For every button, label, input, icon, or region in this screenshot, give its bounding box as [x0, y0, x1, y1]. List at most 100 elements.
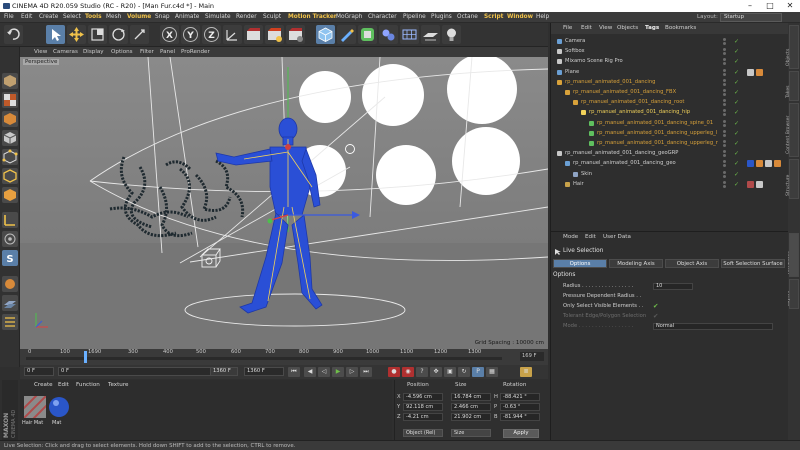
- object-row[interactable]: rp_manuel_animated_001_dancing_hip ✓: [551, 108, 789, 117]
- deformer-icon[interactable]: [400, 25, 419, 44]
- model-mode-icon[interactable]: [2, 111, 18, 127]
- floor-icon[interactable]: [421, 25, 440, 44]
- rotate-icon[interactable]: [109, 25, 128, 44]
- tab-attributes[interactable]: Attributes: [786, 233, 799, 277]
- timeline-ruler[interactable]: 0 100 1690 300 400 500 600 700 800 900 1…: [20, 349, 548, 365]
- visibility-dots-icon[interactable]: [723, 99, 733, 107]
- viewport-menu-cameras[interactable]: Cameras: [53, 47, 78, 57]
- tab-options[interactable]: Options: [553, 259, 607, 268]
- tab-takes[interactable]: Takes: [786, 71, 799, 101]
- previous-key-icon[interactable]: ◀: [304, 367, 316, 377]
- texture-mode-icon[interactable]: [2, 130, 18, 146]
- points-mode-icon[interactable]: [2, 149, 18, 165]
- hair-material-swatch[interactable]: [18, 390, 52, 424]
- visibility-dots-icon[interactable]: [723, 160, 733, 168]
- polygons-mode-icon[interactable]: [2, 187, 18, 203]
- scale-key-icon[interactable]: ▣: [444, 367, 456, 377]
- object-tag-icon[interactable]: [774, 160, 781, 168]
- maximize-icon[interactable]: □: [760, 0, 780, 12]
- menu-snap[interactable]: Snap: [155, 12, 170, 23]
- go-to-start-icon[interactable]: ⏮: [288, 367, 300, 377]
- object-row[interactable]: Hair ✓: [551, 180, 789, 189]
- checkerboard-icon[interactable]: [2, 92, 18, 108]
- position-x-field[interactable]: -4.596 cm: [403, 393, 443, 401]
- viewport-menu-panel[interactable]: Panel: [160, 47, 175, 57]
- tab-layers[interactable]: Layers: [786, 279, 799, 309]
- tab-objects[interactable]: Objects: [786, 25, 799, 69]
- timeline-end-frame[interactable]: 169 F: [520, 352, 544, 361]
- visibility-dots-icon[interactable]: [723, 170, 733, 178]
- enabled-check-icon[interactable]: ✓: [734, 171, 739, 178]
- make-editable-icon[interactable]: [2, 73, 18, 89]
- enabled-check-icon[interactable]: ✓: [734, 79, 739, 86]
- enabled-check-icon[interactable]: ✓: [734, 89, 739, 96]
- record-icon[interactable]: ●: [388, 367, 400, 377]
- menu-create[interactable]: Create: [39, 12, 58, 23]
- menu-select[interactable]: Select: [63, 12, 81, 23]
- move-icon[interactable]: [67, 25, 86, 44]
- viewport-perspective[interactable]: Perspective Grid Spacing : 10000 cm: [20, 57, 548, 349]
- object-menu-file[interactable]: File: [563, 23, 572, 34]
- visibility-dots-icon[interactable]: [723, 38, 733, 45]
- minimize-icon[interactable]: –: [740, 0, 760, 12]
- object-row[interactable]: rp_manuel_animated_001_dancing_geoGRP ✓: [551, 149, 789, 158]
- enabled-check-icon[interactable]: ✓: [734, 181, 739, 188]
- visibility-dots-icon[interactable]: [723, 89, 733, 96]
- autokey-icon[interactable]: ◉: [402, 367, 414, 377]
- render-view-icon[interactable]: [244, 25, 263, 44]
- play-backwards-icon[interactable]: ◁: [318, 367, 330, 377]
- visibility-dots-icon[interactable]: [723, 180, 733, 188]
- recent-tools-icon[interactable]: [130, 25, 149, 44]
- attributes-menu-mode[interactable]: Mode: [563, 234, 578, 240]
- object-menu-view[interactable]: View: [599, 23, 612, 34]
- axis-mode-icon[interactable]: [2, 212, 18, 228]
- grid-icon[interactable]: [2, 314, 18, 330]
- size-mode-select[interactable]: Size: [451, 429, 491, 437]
- y-axis-icon[interactable]: Y: [181, 25, 200, 44]
- go-to-end-icon[interactable]: ⏭: [360, 367, 372, 377]
- edges-mode-icon[interactable]: [2, 168, 18, 184]
- play-forwards-icon[interactable]: ▶: [332, 367, 344, 377]
- menu-character[interactable]: Character: [368, 12, 397, 23]
- menu-script[interactable]: Script: [484, 12, 503, 23]
- material-menu-texture[interactable]: Texture: [108, 382, 128, 388]
- tab-soft-selection[interactable]: Soft Selection Surface: [721, 259, 785, 268]
- object-tag-icon[interactable]: [747, 160, 754, 168]
- visibility-dots-icon[interactable]: [723, 48, 733, 56]
- menu-tools[interactable]: Tools: [85, 12, 102, 23]
- object-row[interactable]: rp_manuel_animated_001_dancing_spine_01 ✓: [551, 119, 789, 128]
- enabled-check-icon[interactable]: ✓: [734, 109, 739, 116]
- object-row[interactable]: rp_manuel_animated_001_dancing_geo ✓: [551, 159, 789, 168]
- tweak-mode-icon[interactable]: [2, 231, 18, 247]
- position-y-field[interactable]: 92.118 cm: [403, 403, 443, 411]
- object-row[interactable]: rp_manuel_animated_001_dancing_FBX ✓: [551, 88, 789, 97]
- enabled-check-icon[interactable]: ✓: [734, 120, 739, 127]
- object-menu-bookmarks[interactable]: Bookmarks: [665, 23, 696, 34]
- viewport-menu-view[interactable]: View: [34, 47, 47, 57]
- material-menu-function[interactable]: Function: [76, 382, 100, 388]
- object-menu-edit[interactable]: Edit: [581, 23, 592, 34]
- parameter-key-icon[interactable]: P: [472, 367, 484, 377]
- visibility-dots-icon[interactable]: [723, 129, 733, 137]
- menu-help[interactable]: Help: [536, 12, 549, 23]
- viewport-menu-prorender[interactable]: ProRender: [181, 47, 210, 57]
- object-row[interactable]: Plane ✓: [551, 68, 789, 77]
- visibility-dots-icon[interactable]: [723, 140, 733, 147]
- tab-object-axis[interactable]: Object Axis: [665, 259, 719, 268]
- object-tag-icon[interactable]: [747, 180, 754, 188]
- attributes-menu-edit[interactable]: Edit: [585, 234, 596, 240]
- next-key-icon[interactable]: ▷: [346, 367, 358, 377]
- object-tag-icon[interactable]: [756, 68, 763, 76]
- attribute-value-field[interactable]: 10: [653, 283, 693, 290]
- attribute-value-field[interactable]: Normal: [653, 323, 773, 330]
- light-icon[interactable]: [442, 25, 461, 44]
- attributes-menu-user-data[interactable]: User Data: [603, 234, 631, 240]
- object-menu-objects[interactable]: Objects: [617, 23, 638, 34]
- menu-mograph[interactable]: MoGraph: [336, 12, 362, 23]
- enabled-check-icon[interactable]: ✓: [734, 140, 739, 147]
- menu-plugins[interactable]: Plugins: [431, 12, 452, 23]
- rotation-key-icon[interactable]: ↻: [458, 367, 470, 377]
- undo-icon[interactable]: [4, 25, 23, 44]
- keyframe-selection-icon[interactable]: ?: [416, 367, 428, 377]
- object-row[interactable]: rp_manuel_animated_001_dancing_upperleg_…: [551, 139, 789, 148]
